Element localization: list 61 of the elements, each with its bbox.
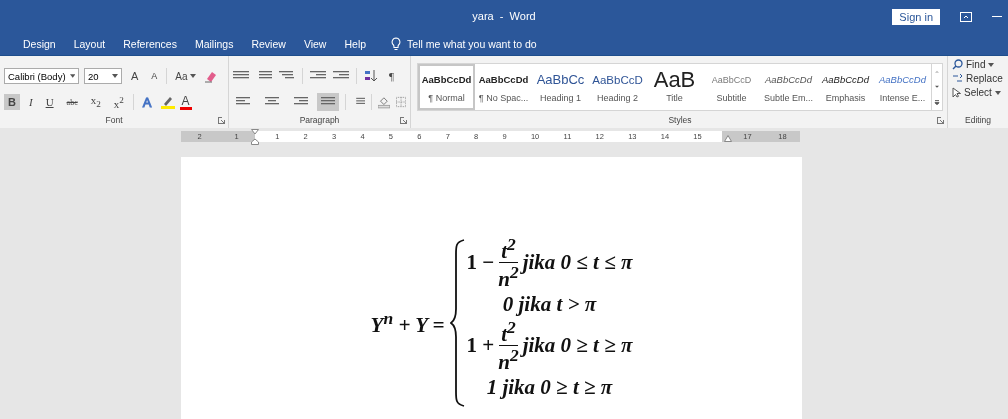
window-title: yara - Word bbox=[472, 10, 536, 22]
ribbon-tab[interactable]: View bbox=[294, 38, 336, 50]
equation-text: 1 jika 0 ≥ t ≥ π bbox=[486, 374, 613, 400]
caret-icon[interactable] bbox=[189, 74, 196, 78]
sort-icon[interactable] bbox=[364, 69, 378, 83]
format-button[interactable]: B bbox=[4, 94, 20, 110]
dialog-launcher-icon[interactable] bbox=[218, 117, 225, 124]
fraction-numerator: t$^{2}$ bbox=[499, 234, 518, 263]
select-button[interactable]: Select bbox=[952, 87, 1004, 98]
group-label: Editing bbox=[965, 115, 991, 127]
ribbon-tab[interactable]: Design bbox=[14, 38, 65, 50]
eraser-icon[interactable] bbox=[203, 69, 217, 83]
equation-text: Y$^{n}$ + Y = bbox=[370, 308, 445, 338]
dialog-launcher-icon[interactable] bbox=[400, 117, 407, 124]
fraction-numerator: t$^{2}$ bbox=[499, 317, 518, 346]
ribbon-tab[interactable]: Layout bbox=[64, 38, 115, 50]
search-icon bbox=[952, 59, 963, 70]
font-color-button[interactable]: A bbox=[179, 94, 192, 110]
replace-button[interactable]: Replace bbox=[952, 73, 1004, 84]
equation-text: jika 0 ≥ t ≥ π bbox=[522, 333, 633, 358]
sign-in-button[interactable]: Sign in bbox=[892, 8, 940, 25]
format-button[interactable]: abc bbox=[62, 95, 82, 109]
ribbon-tab[interactable]: References bbox=[114, 38, 186, 50]
minimize-icon[interactable] bbox=[992, 15, 1002, 18]
equation-text: 0 jika t > π bbox=[502, 291, 597, 317]
group-label: Paragraph bbox=[299, 115, 340, 127]
caret-icon[interactable] bbox=[988, 62, 995, 67]
find-button[interactable]: Find bbox=[952, 59, 1004, 70]
grow-font-button[interactable]: A bbox=[127, 68, 143, 84]
format-button[interactable]: U bbox=[41, 94, 58, 110]
caret-icon[interactable] bbox=[994, 90, 1001, 95]
group-label: Styles bbox=[668, 115, 692, 127]
shrink-font-button[interactable]: A bbox=[147, 69, 162, 83]
format-button[interactable]: x$^{2}$ bbox=[109, 92, 128, 112]
format-button[interactable]: x$_{2}$ bbox=[86, 92, 105, 112]
font-name-field[interactable]: Calibri (Body) bbox=[4, 68, 79, 84]
style-item[interactable]: AaBbCcDd ¶ Normal bbox=[418, 64, 475, 110]
lightbulb-icon[interactable] bbox=[391, 37, 402, 51]
ribbon-tab[interactable]: Review bbox=[242, 38, 295, 50]
highlighter-icon[interactable] bbox=[160, 95, 175, 109]
ribbon-tab[interactable]: Mailings bbox=[185, 38, 243, 50]
ribbon-tab[interactable]: Help bbox=[335, 38, 376, 50]
text-effects-button[interactable]: A bbox=[138, 92, 156, 112]
ribbon-display-icon[interactable] bbox=[960, 11, 972, 22]
tell-me-search[interactable]: Tell me what you want to do bbox=[407, 38, 537, 50]
show-marks-button[interactable]: ¶ bbox=[385, 68, 398, 84]
cursor-icon bbox=[952, 87, 961, 98]
change-case-button[interactable]: Aa bbox=[172, 68, 199, 84]
caret-icon[interactable] bbox=[112, 74, 118, 78]
caret-icon[interactable] bbox=[69, 74, 75, 78]
right-indent-marker-icon[interactable] bbox=[724, 135, 732, 142]
indent-marker-icon[interactable] bbox=[251, 129, 259, 145]
dialog-launcher-icon[interactable] bbox=[937, 117, 944, 124]
equation-text: jika 0 ≤ t ≤ π bbox=[522, 250, 633, 275]
equation-text: 1 + bbox=[466, 333, 495, 358]
format-button[interactable]: I bbox=[24, 94, 37, 110]
font-size-field[interactable]: 20 bbox=[84, 68, 122, 84]
group-label: Font bbox=[105, 115, 123, 127]
fraction-denominator: n$^{2}$ bbox=[498, 346, 519, 374]
equation-text: 1 − bbox=[466, 250, 495, 275]
fraction-denominator: n$^{2}$ bbox=[498, 263, 519, 291]
